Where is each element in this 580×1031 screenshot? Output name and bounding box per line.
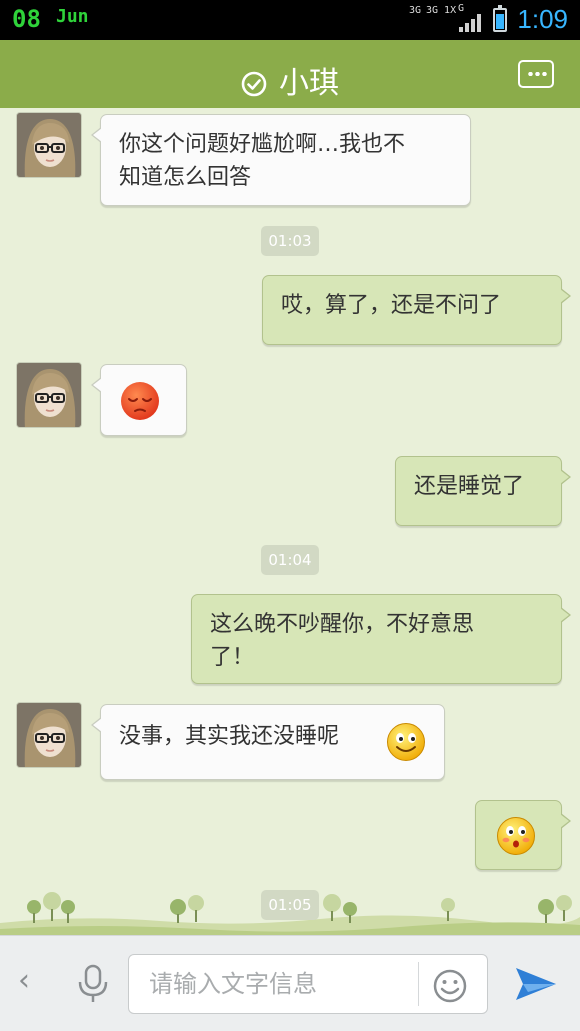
message-text: 你这个问题好尴尬啊…我也不 知道怎么回答 [119, 132, 406, 190]
message-bubble-outgoing[interactable] [475, 800, 571, 870]
input-divider [418, 962, 419, 1006]
battery-level-fill [496, 14, 504, 29]
paper-plane-icon[interactable] [514, 962, 558, 1010]
message-bubble-outgoing[interactable]: 还是睡觉了 [395, 456, 571, 526]
message-timestamp: 01:05 [261, 890, 319, 920]
message-input-bar: ‹ [0, 935, 580, 1031]
status-clock: 1:09 [517, 4, 568, 34]
more-menu-button[interactable] [518, 60, 554, 88]
network-3g1x-indicator: 3G 1X [426, 5, 457, 16]
status-date-month: Jun [56, 6, 89, 27]
network-3g-indicator: 3G [409, 5, 422, 16]
status-date-day: 08 [12, 5, 41, 33]
network-g-indicator: G [458, 3, 465, 14]
blush-face-emoji [496, 816, 536, 866]
message-bubble-outgoing[interactable]: 哎，算了，还是不问了 [262, 275, 571, 345]
status-bar: 08 Jun 3G 3G 1X G 1:09 [0, 0, 580, 40]
signal-icon [459, 14, 483, 32]
message-bubble-incoming[interactable]: 你这个问题好尴尬啊…我也不 知道怎么回答 [91, 114, 471, 206]
chevron-left-icon[interactable]: ‹ [18, 966, 30, 996]
message-text: 这么晚不吵醒你，不好意思 了！ [210, 612, 475, 670]
chat-title-group: 小琪 [0, 58, 580, 105]
check-circle-icon [241, 70, 267, 105]
contact-avatar[interactable] [16, 362, 82, 428]
more-dots-icon [527, 72, 547, 76]
message-text: 哎，算了，还是不问了 [281, 293, 502, 318]
message-timestamp: 01:03 [261, 226, 319, 256]
microphone-icon[interactable] [76, 964, 110, 1008]
message-bubble-outgoing[interactable]: 这么晚不吵醒你，不好意思 了！ [191, 594, 571, 684]
message-text: 没事，其实我还没睡呢 [119, 724, 340, 749]
smile-face-emoji [386, 722, 426, 772]
message-text: 还是睡觉了 [414, 474, 525, 499]
chat-header: 小琪 [0, 40, 580, 114]
battery-icon [493, 5, 507, 32]
contact-avatar[interactable] [16, 112, 82, 178]
message-bubble-incoming[interactable]: 没事，其实我还没睡呢 [91, 704, 445, 780]
chat-title: 小琪 [279, 66, 339, 101]
smiley-icon[interactable] [432, 968, 468, 1008]
message-timestamp: 01:04 [261, 545, 319, 575]
chat-message-list[interactable]: 你这个问题好尴尬啊…我也不 知道怎么回答 01:03 哎，算了，还是不问了 还是… [0, 108, 580, 935]
sad-face-emoji [120, 381, 160, 431]
contact-avatar[interactable] [16, 702, 82, 768]
message-bubble-incoming[interactable] [91, 364, 187, 436]
